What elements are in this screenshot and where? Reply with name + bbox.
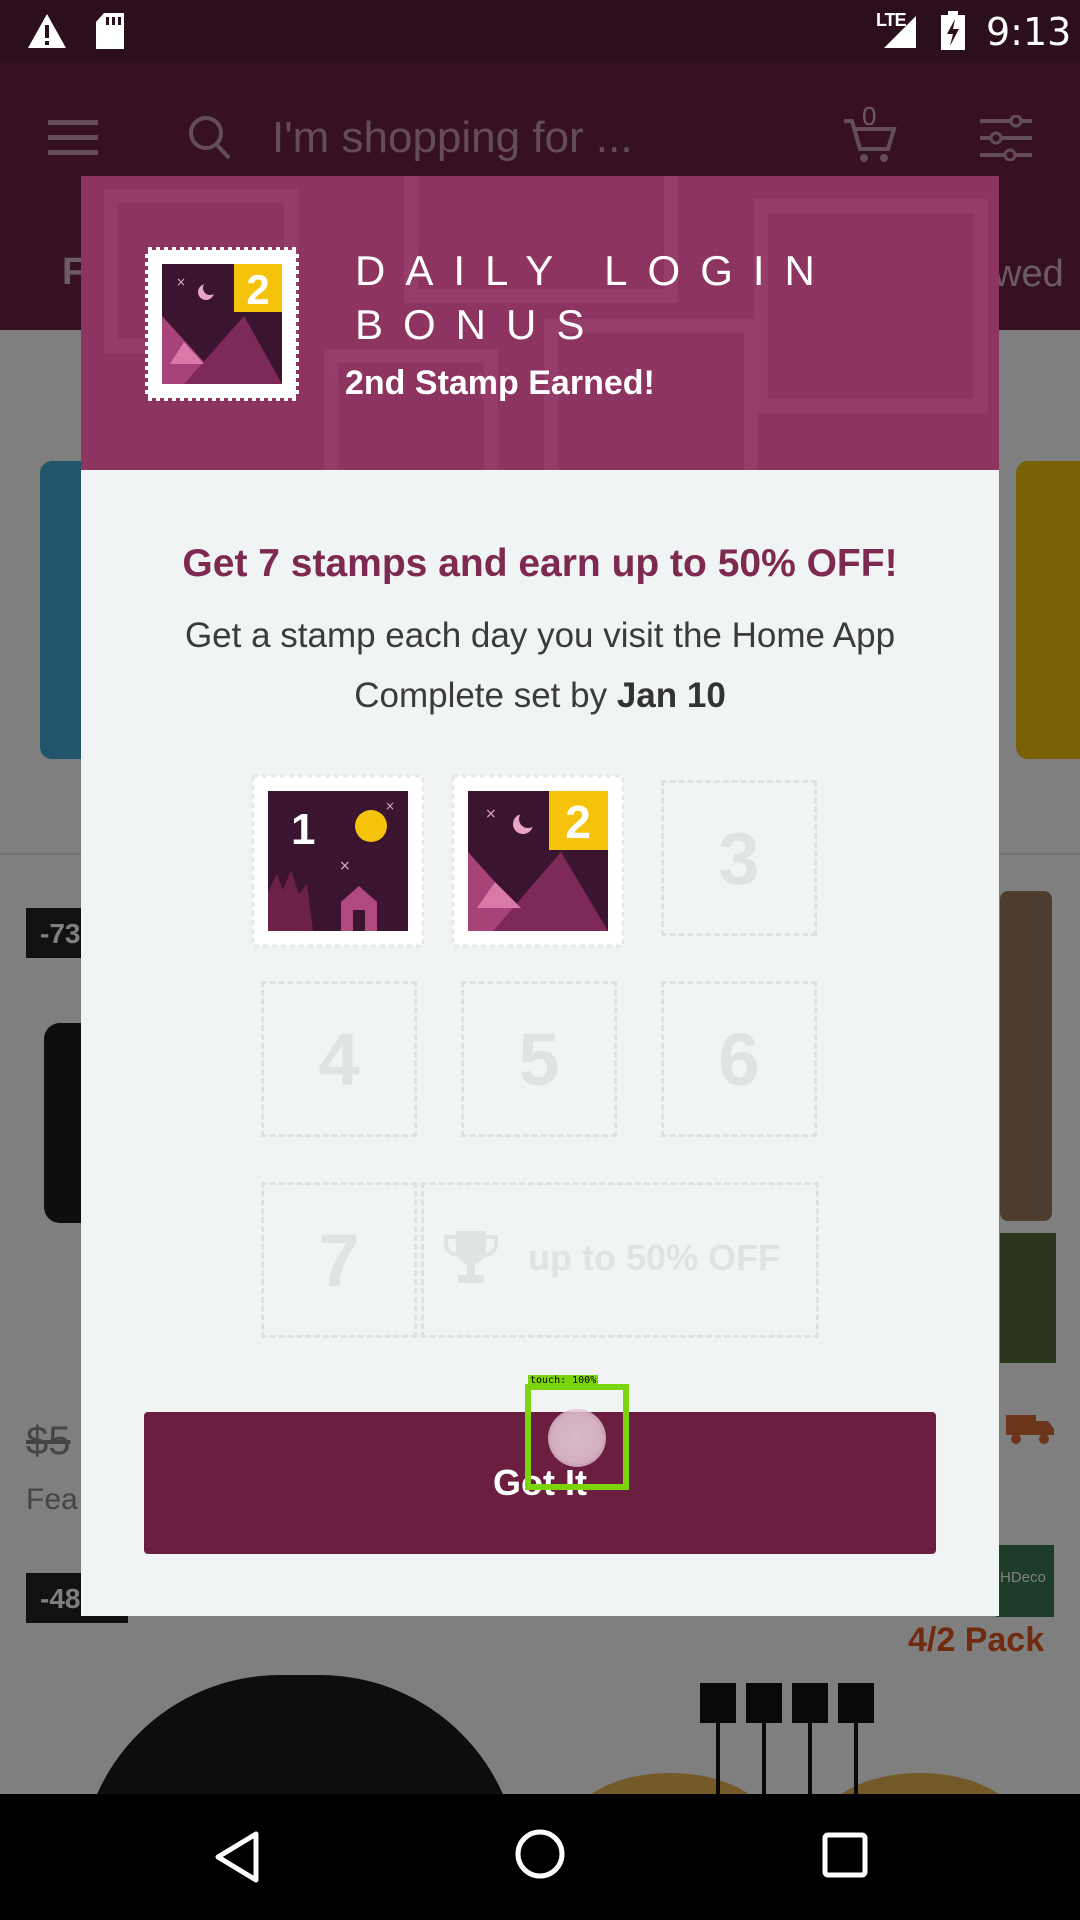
trophy-icon — [442, 1229, 500, 1290]
stamp-number: 4 — [318, 1017, 360, 1101]
reward-label: up to 50% OFF — [528, 1237, 780, 1278]
back-icon[interactable] — [212, 1830, 262, 1889]
svg-text:×: × — [339, 858, 351, 874]
stamp-slot-5: 5 — [461, 981, 617, 1137]
clock: 9:13 — [986, 10, 1072, 54]
dialog-subtitle: 2nd Stamp Earned! — [345, 364, 655, 402]
sd-card-icon — [94, 12, 126, 55]
stamp-slot-4: 4 — [261, 981, 417, 1137]
stamp-number: 7 — [318, 1218, 360, 1302]
stamp-slot-7: 7 — [261, 1182, 417, 1338]
completion-deadline: Complete set by Jan 10 — [81, 676, 999, 716]
status-bar: LTE 9:13 — [0, 0, 1080, 63]
recents-icon[interactable] — [822, 1832, 868, 1883]
warning-icon — [26, 12, 68, 55]
signal-icon — [880, 14, 918, 55]
dialog-header: 2 × DAILY LOGIN BONUS 2nd Stamp Earned! — [81, 176, 999, 470]
battery-charging-icon — [940, 11, 966, 56]
header-stamp-number: 2 — [246, 266, 269, 313]
reward-slot: up to 50% OFF — [421, 1182, 819, 1338]
stamp-number: 5 — [518, 1017, 560, 1101]
earned-stamp-2-icon: 2 × — [144, 246, 300, 407]
stamp-number: 1 — [291, 805, 315, 854]
svg-text:×: × — [176, 275, 186, 289]
svg-text:×: × — [485, 806, 497, 822]
dialog-title: DAILY LOGIN BONUS — [355, 247, 835, 348]
deadline-date: Jan 10 — [616, 676, 726, 715]
home-icon[interactable] — [514, 1828, 566, 1885]
svg-text:×: × — [385, 799, 395, 813]
navigation-bar — [0, 1794, 1080, 1920]
stamp-number: 2 — [565, 796, 591, 848]
offer-description: Get a stamp each day you visit the Home … — [184, 616, 896, 655]
offer-headline: Get 7 stamps and earn up to 50% OFF! — [182, 542, 898, 585]
stamp-number: 3 — [718, 816, 760, 900]
stamp-number: 6 — [718, 1017, 760, 1101]
stamp-slot-1-earned: 1 × × — [251, 774, 425, 948]
stamp-slot-6: 6 — [661, 981, 817, 1137]
stamp-slot-3: 3 — [661, 780, 817, 936]
deadline-prefix: Complete set by — [354, 676, 617, 715]
touch-point — [548, 1409, 606, 1467]
stamp-slot-2-earned: 2 × — [451, 774, 625, 948]
